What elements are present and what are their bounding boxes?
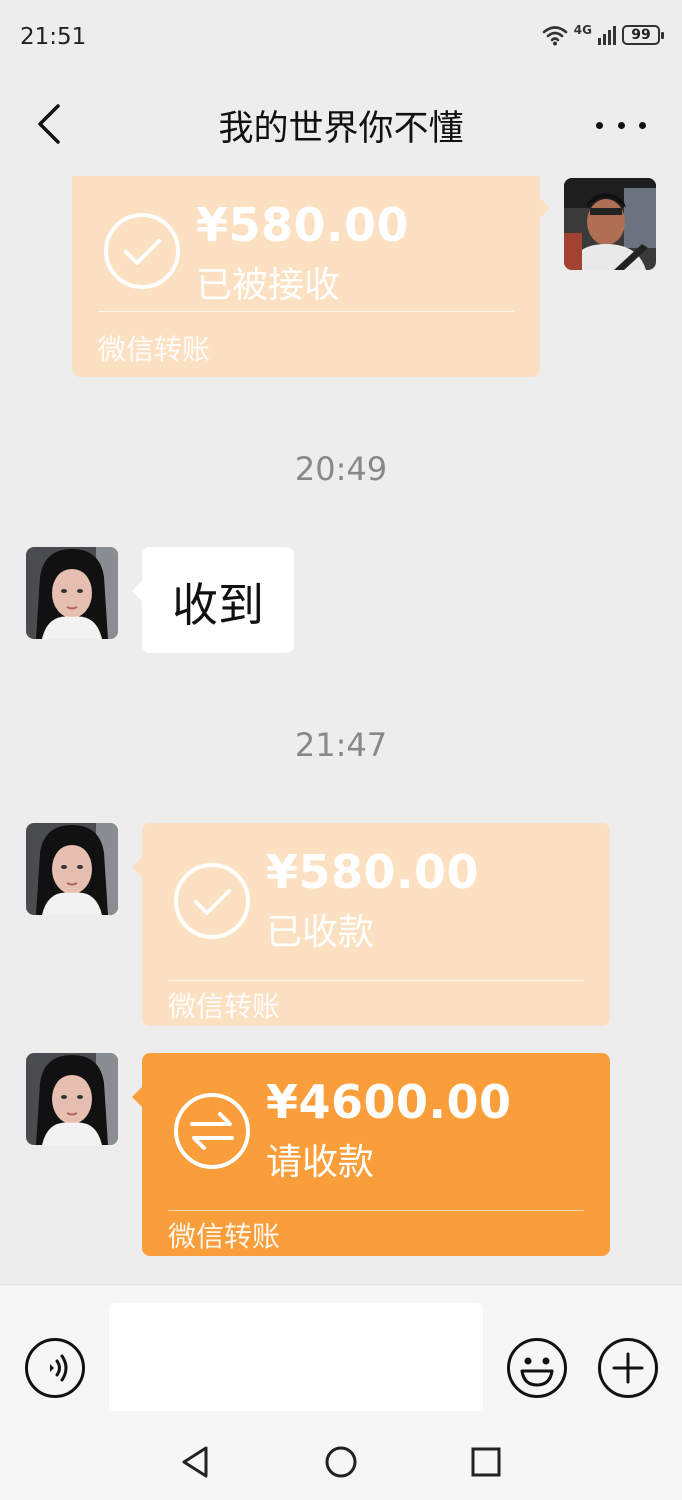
- chat-area[interactable]: ¥580.00 已被接收 微信转账 20:49 收到 21:47 ¥580.00…: [0, 176, 682, 1284]
- emoji-button[interactable]: [506, 1337, 568, 1399]
- chat-title: 我的世界你不懂: [218, 109, 464, 149]
- transfer-amount: ¥580.00: [196, 198, 410, 252]
- message-input[interactable]: [109, 1303, 483, 1411]
- voice-button[interactable]: [24, 1337, 86, 1399]
- more-dot-icon: [596, 121, 603, 129]
- title-bar: 我的世界你不懂: [0, 76, 682, 176]
- transfer-amount: ¥4600.00: [266, 1075, 512, 1129]
- bubble-tail: [132, 857, 142, 877]
- more-dot-icon: [617, 121, 625, 129]
- more-dot-icon: [639, 121, 646, 129]
- contact-avatar[interactable]: [26, 823, 118, 915]
- message-text: 收到: [172, 578, 264, 632]
- bubble-tail: [132, 1087, 142, 1107]
- divider: [168, 980, 584, 981]
- check-circle-icon: [174, 863, 250, 939]
- nav-recent-icon: [471, 1447, 501, 1477]
- more-button[interactable]: [596, 110, 646, 140]
- nav-back-button[interactable]: [176, 1442, 216, 1482]
- contact-avatar[interactable]: [26, 547, 118, 639]
- avatar-woman-image: [26, 1053, 118, 1145]
- bubble-tail: [540, 198, 550, 218]
- transfer-label: 微信转账: [98, 333, 211, 366]
- status-bar: 21:51 4G 99: [0, 0, 682, 76]
- battery-indicator: 99: [622, 25, 664, 45]
- transfer-arrows-icon: [174, 1093, 250, 1169]
- transfer-bubble[interactable]: ¥580.00 已被接收 微信转账: [72, 176, 550, 377]
- avatar-woman-image: [26, 547, 118, 639]
- plus-icon: [598, 1338, 658, 1398]
- transfer-bubble[interactable]: ¥4600.00 请收款 微信转账: [132, 1053, 610, 1256]
- nav-recent-button[interactable]: [466, 1442, 506, 1482]
- timestamp: 20:49: [294, 450, 388, 488]
- nav-home-button[interactable]: [321, 1442, 361, 1482]
- timestamp: 21:47: [294, 726, 388, 764]
- check-circle-icon: [104, 213, 180, 289]
- network-label: 4G: [573, 23, 592, 37]
- text-bubble[interactable]: 收到: [132, 547, 294, 653]
- status-icons: 4G 99: [542, 23, 664, 46]
- input-bar: [0, 1284, 682, 1420]
- voice-icon: [25, 1338, 85, 1398]
- nav-home-icon: [325, 1446, 357, 1478]
- divider: [168, 1210, 584, 1211]
- divider: [98, 311, 514, 312]
- transfer-status: 已被接收: [196, 265, 341, 306]
- transfer-amount: ¥580.00: [266, 845, 480, 899]
- transfer-label: 微信转账: [168, 1220, 281, 1253]
- contact-avatar[interactable]: [26, 1053, 118, 1145]
- avatar-woman-image: [26, 823, 118, 915]
- status-time: 21:51: [20, 24, 87, 50]
- avatar-man-image: [564, 178, 656, 270]
- signal-icon: [598, 26, 616, 45]
- my-avatar[interactable]: [564, 178, 656, 270]
- navigation-bar: [0, 1420, 682, 1500]
- transfer-label: 微信转账: [168, 990, 281, 1023]
- wifi-icon: [542, 26, 568, 46]
- transfer-bubble[interactable]: ¥580.00 已收款 微信转账: [132, 823, 610, 1026]
- transfer-status: 已收款: [266, 912, 375, 953]
- bubble-tail: [132, 581, 142, 601]
- emoji-icon: [507, 1338, 567, 1398]
- nav-back-icon: [182, 1446, 208, 1478]
- plus-button[interactable]: [597, 1337, 659, 1399]
- transfer-status: 请收款: [266, 1142, 375, 1183]
